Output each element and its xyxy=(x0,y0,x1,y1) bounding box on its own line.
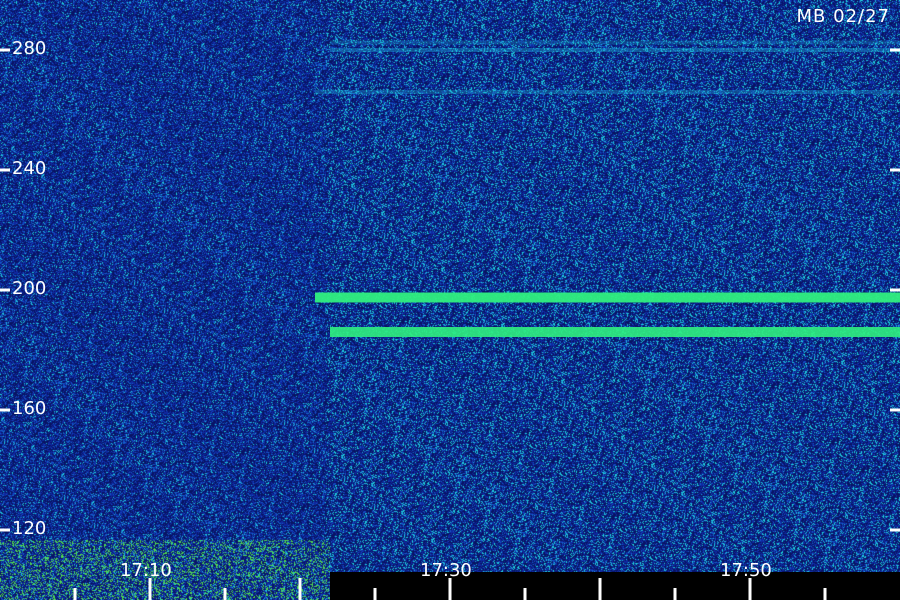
signal-line-3 xyxy=(315,90,900,94)
y-tick-label: 200 xyxy=(12,278,47,299)
x-tick-label: 17:50 xyxy=(720,560,772,581)
signal-line-0 xyxy=(315,292,900,303)
y-tick-label: 280 xyxy=(12,38,47,59)
signal-line-1 xyxy=(330,327,900,337)
time-axis-band xyxy=(330,572,900,600)
y-tick-label: 120 xyxy=(12,518,47,539)
spectrogram-plot xyxy=(0,0,900,600)
x-tick-label: 17:30 xyxy=(420,560,472,581)
y-tick-label: 160 xyxy=(12,398,47,419)
signal-line-4 xyxy=(330,40,900,45)
signal-line-2 xyxy=(330,48,900,52)
x-tick-label: 17:10 xyxy=(120,560,172,581)
y-tick-label: 240 xyxy=(12,158,47,179)
spectrogram-view: 280 240 200 160 120 17:10 17:30 17:50 MB 02/27 xyxy=(0,0,900,600)
date-stamp: MB 02/27 xyxy=(796,6,890,27)
